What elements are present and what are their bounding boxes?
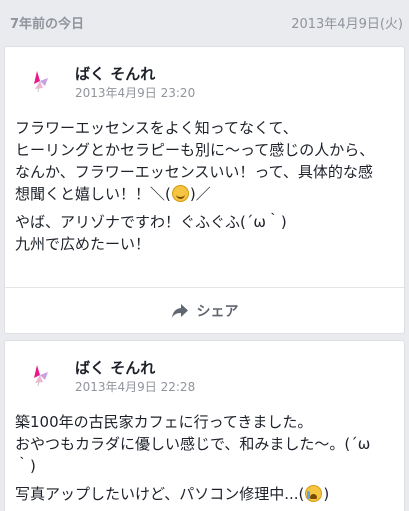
post-line: やば、アリゾナですわ！ぐふぐふ(´ω｀): [15, 213, 287, 231]
avatar[interactable]: [21, 59, 63, 101]
post-card: ばく そんれ 2013年4月9日 22:28 築100年の古民家カフェに行ってき…: [4, 340, 405, 511]
share-button[interactable]: シェア: [5, 288, 404, 333]
post-timestamp[interactable]: 2013年4月9日 23:20: [75, 84, 195, 101]
post-line: ｀): [15, 457, 36, 475]
avatar[interactable]: [21, 353, 63, 395]
author-name[interactable]: ばく そんれ: [75, 63, 155, 84]
share-label: シェア: [196, 303, 239, 320]
memory-date: 2013年4月9日(火): [291, 16, 403, 32]
post-line: 想聞くと嬉しい！！＼( )／: [15, 183, 400, 205]
post-line: 九州で広めたーい！: [15, 235, 151, 253]
post-body: 築100年の古民家カフェに行ってきました。 おやつもカラダに優しい感じで、和みま…: [15, 411, 400, 511]
post-paragraph: 写真アップしたいけど、パソコン修理中...(): [15, 483, 400, 505]
post-card: ばく そんれ 2013年4月9日 23:20 フラワーエッセンスをよく知ってなく…: [4, 46, 405, 334]
post-line: ヒーリングとかセラピーも別に〜って感じの人から、: [15, 141, 375, 159]
post-line: おやつもカラダに優しい感じで、和みました〜。(´ω: [15, 435, 371, 453]
share-arrow-icon: [171, 303, 188, 318]
post-line-text: 写真アップしたいけど、パソコン修理中...(: [15, 485, 305, 503]
post-line-text: 想聞くと嬉しい！！＼(: [15, 185, 171, 203]
post-line-text: ): [323, 485, 330, 503]
memory-title: 7年前の今日: [10, 16, 85, 32]
post-timestamp[interactable]: 2013年4月9日 22:28: [75, 378, 195, 395]
post-body: フラワーエッセンスをよく知ってなくて、 ヒーリングとかセラピーも別に〜って感じの…: [15, 117, 400, 261]
post-line: なんか、フラワーエッセンスいい！って、具体的な感: [15, 163, 373, 181]
post-paragraph: 築100年の古民家カフェに行ってきました。 おやつもカラダに優しい感じで、和みま…: [15, 411, 400, 477]
author-name[interactable]: ばく そんれ: [75, 357, 155, 378]
post-line: 築100年の古民家カフェに行ってきました。: [15, 413, 313, 431]
smiling-face-icon: [171, 185, 189, 202]
flower-logo-icon: [34, 71, 48, 93]
post-line-text: )／: [189, 185, 211, 203]
flower-logo-icon: [34, 365, 48, 387]
crying-face-icon: [305, 485, 323, 502]
post-paragraph: やば、アリゾナですわ！ぐふぐふ(´ω｀) 九州で広めたーい！: [15, 211, 400, 255]
post-line: フラワーエッセンスをよく知ってなくて、: [15, 119, 298, 137]
post-paragraph: フラワーエッセンスをよく知ってなくて、 ヒーリングとかセラピーも別に〜って感じの…: [15, 117, 400, 205]
memory-header: 7年前の今日 2013年4月9日(火): [0, 0, 409, 44]
post-line: 写真アップしたいけど、パソコン修理中...(): [15, 483, 400, 505]
